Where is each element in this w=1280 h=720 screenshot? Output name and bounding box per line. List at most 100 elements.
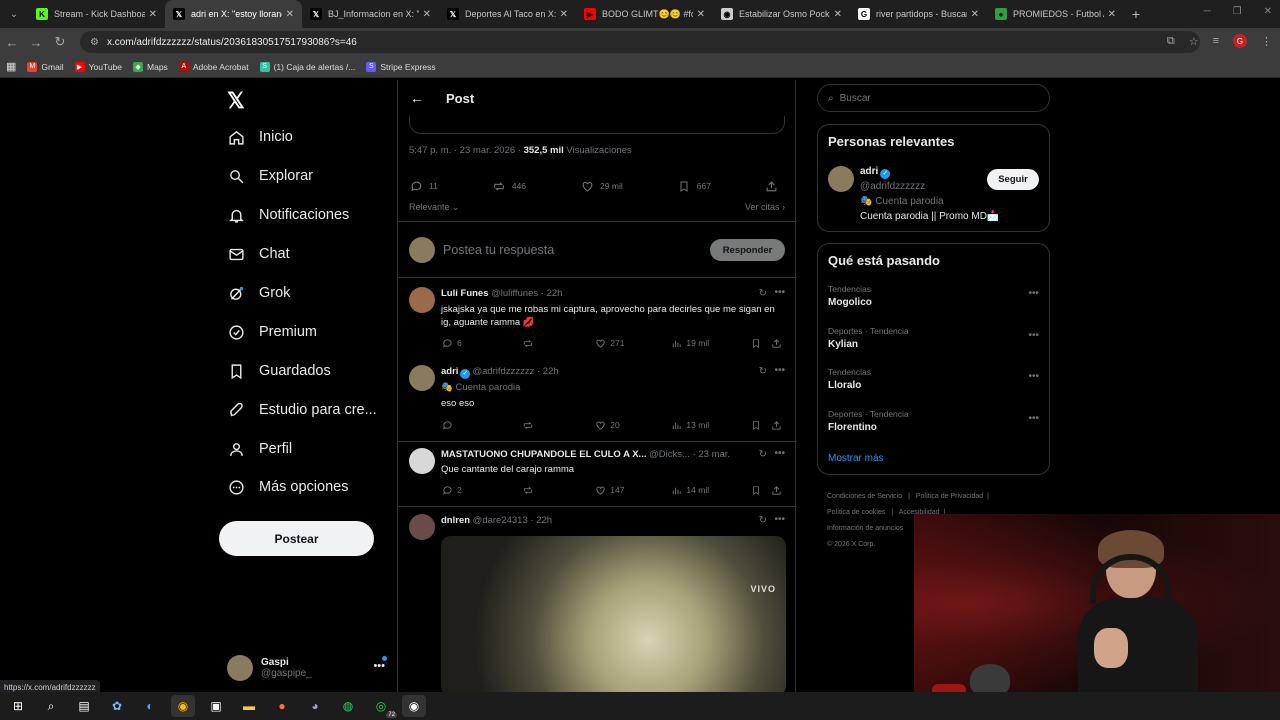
file-explorer-icon[interactable]: ▬	[237, 695, 261, 717]
bookmark-item[interactable]: ▶ YouTube	[74, 61, 122, 72]
avatar[interactable]	[409, 514, 435, 540]
author-handle[interactable]: @dare24313	[473, 515, 528, 526]
firefox-icon[interactable]: ●	[270, 695, 294, 717]
chrome-icon[interactable]: ◉	[171, 695, 195, 717]
avatar[interactable]	[409, 365, 435, 391]
author-name[interactable]: dnlren	[441, 515, 470, 526]
repost-action[interactable]: 446	[492, 179, 526, 193]
more-icon[interactable]: •••	[1028, 330, 1039, 341]
view-quotes-link[interactable]: Ver citas ›	[745, 202, 785, 213]
minimize-icon[interactable]: ─	[1204, 6, 1211, 17]
discord-icon[interactable]: ◕	[303, 695, 327, 717]
reply-action[interactable]: 2	[441, 484, 522, 496]
repost-action[interactable]	[522, 419, 594, 431]
nav-item-más[interactable]: Más opciones	[227, 478, 348, 496]
browser-tab[interactable]: ◉ Estabilizar Osmo Pocket ✕	[713, 0, 850, 28]
tab-search-button[interactable]: ⌄	[0, 0, 28, 28]
reload-icon[interactable]: ↻	[48, 34, 72, 50]
author-name[interactable]: MASTATUONO CHUPANDOLE EL CULO A X...	[441, 449, 646, 460]
avatar[interactable]	[828, 166, 854, 192]
nav-item-notificaciones[interactable]: Notificaciones	[227, 206, 349, 224]
reply-action[interactable]: 11	[409, 179, 438, 193]
tweet-time[interactable]: · 22h	[530, 515, 552, 526]
repost-action[interactable]	[522, 484, 594, 496]
more-icon[interactable]: •••	[774, 365, 785, 376]
media-controls-icon[interactable]: ≡	[1213, 35, 1219, 47]
tweet-time[interactable]: · 23 mar.	[693, 449, 731, 460]
grok-icon[interactable]: ↻	[759, 449, 767, 460]
reply-media[interactable]: VIVO	[441, 536, 786, 692]
reply-action[interactable]: 6	[441, 337, 522, 349]
browser-tab[interactable]: 𝕏 BJ_Informacion en X: " ✕	[302, 0, 439, 28]
windows-start-icon[interactable]: ⊞	[6, 695, 30, 717]
browser-tab[interactable]: Griver partidops - Buscar ✕	[850, 0, 987, 28]
close-icon[interactable]: ✕	[697, 9, 705, 20]
like-action[interactable]: 20	[594, 419, 670, 431]
author-handle[interactable]: @Dicks...	[649, 449, 690, 460]
browser-tab[interactable]: K Stream - Kick Dashboard ✕	[28, 0, 165, 28]
more-icon[interactable]: •••	[1028, 371, 1039, 382]
new-tab-button[interactable]: +	[1124, 6, 1148, 22]
nav-item-guardados[interactable]: Guardados	[227, 362, 331, 380]
author-handle[interactable]: @adrifdzzzzzz	[472, 366, 534, 377]
restore-icon[interactable]: ❐	[1233, 6, 1242, 17]
follow-button[interactable]: Seguir	[987, 169, 1039, 190]
obs-icon[interactable]: ◉	[402, 695, 426, 717]
search-input[interactable]: ⌕ Buscar	[817, 84, 1050, 112]
close-icon[interactable]: ✕	[423, 9, 431, 20]
share-action[interactable]	[765, 179, 785, 193]
views-action[interactable]: 13 mil	[670, 419, 750, 431]
chrome-menu-icon[interactable]: ⋮	[1261, 35, 1272, 48]
store-icon[interactable]: ▣	[204, 695, 228, 717]
bookmark-item[interactable]: ◆ Maps	[133, 61, 168, 72]
author-name[interactable]: adri	[441, 366, 458, 377]
tweet-time[interactable]: · 22h	[541, 288, 563, 299]
address-bar[interactable]: ⚙ x.com/adrifdzzzzzz/status/203618305175…	[80, 31, 1200, 53]
nav-item-perfil[interactable]: Perfil	[227, 440, 292, 458]
like-action[interactable]: 29 mil	[580, 179, 623, 193]
nav-item-premium[interactable]: Premium	[227, 323, 317, 341]
nav-item-grok[interactable]: Grok	[227, 284, 290, 302]
reply-submit-button[interactable]: Responder	[710, 239, 785, 261]
author-name[interactable]: Luli Funes	[441, 288, 489, 299]
browser-tab[interactable]: ▶ BODO GLIMT😊😊 #foo ✕	[576, 0, 713, 28]
search-icon[interactable]: ⌕	[39, 695, 63, 717]
share-action[interactable]	[770, 337, 786, 349]
nav-item-inicio[interactable]: Inicio	[227, 128, 293, 146]
profile-avatar[interactable]: G	[1233, 34, 1247, 48]
avatar[interactable]	[409, 287, 435, 313]
more-icon[interactable]: •••	[774, 287, 785, 298]
like-action[interactable]: 271	[594, 337, 670, 349]
nav-item-chat[interactable]: Chat	[227, 245, 290, 263]
apps-icon[interactable]: ▦	[6, 60, 16, 73]
close-icon[interactable]: ✕	[149, 9, 157, 20]
site-info-icon[interactable]: ⚙	[90, 37, 99, 48]
person-info[interactable]: adri ✓ @adrifdzzzzzz 🎭 Cuenta parodia Cue…	[860, 166, 999, 222]
share-action[interactable]	[770, 419, 786, 431]
share-action[interactable]	[770, 484, 786, 496]
show-more-link[interactable]: Mostrar más	[828, 453, 884, 464]
views-action[interactable]: 19 mil	[670, 337, 750, 349]
back-arrow-icon[interactable]: ←	[410, 90, 430, 106]
grok-icon[interactable]: ↻	[759, 515, 767, 526]
nav-item-estudio[interactable]: Estudio para cre...	[227, 401, 377, 419]
grok-icon[interactable]: ↻	[759, 288, 767, 299]
trend-item[interactable]: Tendencias Mogolico •••	[828, 284, 1039, 308]
close-icon[interactable]: ✕	[286, 9, 294, 20]
more-icon[interactable]: •••	[1028, 288, 1039, 299]
post-button[interactable]: Postear	[219, 521, 374, 556]
tweet-time[interactable]: · 22h	[537, 366, 559, 377]
copilot-icon[interactable]: ✿	[105, 695, 129, 717]
bookmark-action[interactable]	[750, 484, 770, 496]
views-action[interactable]: 14 mil	[670, 484, 750, 496]
task-view-icon[interactable]: ▤	[72, 695, 96, 717]
edge-icon[interactable]: ◐	[138, 695, 162, 717]
post-time[interactable]: 5:47 p. m. · 23 mar. 2026 ·	[409, 145, 524, 156]
more-icon[interactable]: •••	[1028, 413, 1039, 424]
avatar[interactable]	[409, 448, 435, 474]
browser-tab[interactable]: 𝕏 Deportes Al Taco en X: " ✕	[439, 0, 576, 28]
account-switcher[interactable]: Gaspi @gaspipe_ •••	[227, 648, 387, 688]
bookmark-star-icon[interactable]: ☆	[1189, 35, 1199, 48]
more-icon[interactable]: •••	[774, 448, 785, 459]
footer-link[interactable]: Información de anuncios	[827, 525, 903, 532]
